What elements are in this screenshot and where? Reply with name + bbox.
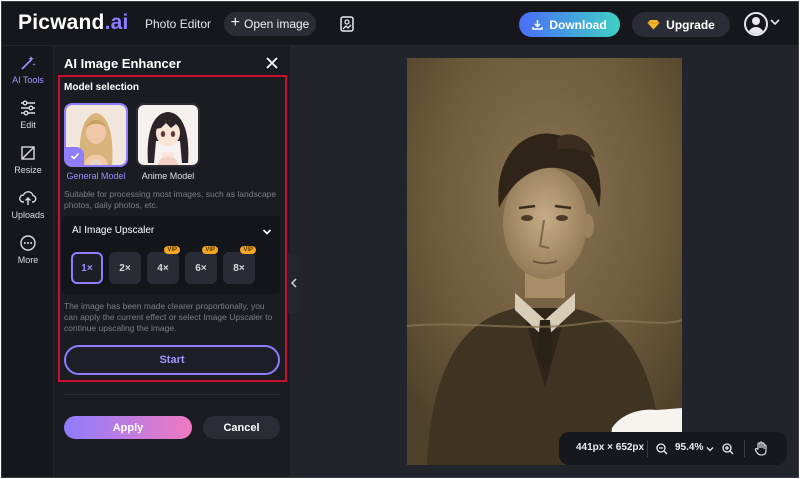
zoom-out-icon[interactable] [656, 443, 668, 455]
selected-check-icon [66, 147, 84, 165]
apply-button[interactable]: Apply [64, 416, 192, 439]
open-image-label: Open image [243, 17, 310, 31]
close-icon[interactable] [265, 56, 279, 70]
upload-icon [19, 191, 37, 205]
vip-badge: VIP [164, 246, 180, 254]
upgrade-label: Upgrade [666, 17, 715, 32]
divider [64, 394, 280, 395]
upscaler-section: AI Image Upscaler 1× 2× 4× VIP 6× VIP 8×… [62, 216, 280, 294]
scale-1x-button[interactable]: 1× [71, 252, 103, 284]
anime-model-thumbnail [138, 105, 198, 165]
open-image-button[interactable]: + Open image [224, 12, 316, 36]
save-image-icon[interactable] [340, 16, 354, 32]
picwand-logo[interactable]: Picwand.ai [18, 11, 129, 35]
scale-4x-button[interactable]: 4× VIP [147, 246, 180, 284]
user-avatar[interactable] [744, 12, 768, 36]
start-button[interactable]: Start [64, 345, 280, 375]
scale-8x-label: 8× [233, 262, 245, 274]
rail-label-edit: Edit [20, 120, 36, 130]
top-bar: Picwand.ai Photo Editor + Open image Dow… [2, 2, 798, 46]
upscale-note: The image has been made clearer proporti… [64, 301, 273, 333]
plus-icon: + [230, 14, 240, 31]
rail-label-resize: Resize [14, 165, 42, 175]
zoom-level[interactable]: 95.4% [675, 442, 703, 453]
vip-badge: VIP [202, 246, 218, 254]
cancel-button[interactable]: Cancel [203, 416, 280, 439]
upscaler-title[interactable]: AI Image Upscaler [72, 225, 154, 236]
scale-6x-label: 6× [195, 262, 207, 274]
sliders-icon [21, 100, 35, 116]
rail-item-uploads[interactable]: Uploads [2, 189, 54, 229]
model-description: Suitable for processing most images, suc… [64, 189, 277, 210]
download-label: Download [549, 17, 607, 32]
model-selection-label: Model selection [64, 82, 140, 93]
rail-item-resize[interactable]: Resize [2, 144, 54, 184]
vintage-portrait-photo [407, 58, 682, 465]
rail-item-more[interactable]: More [2, 234, 54, 274]
scale-8x-button[interactable]: 8× VIP [223, 246, 256, 284]
rail-label-uploads: Uploads [11, 210, 45, 220]
anime-model-card[interactable] [136, 103, 200, 167]
enhancer-panel: AI Image Enhancer Model selection Genera… [54, 46, 290, 477]
scale-2x-label: 2× [119, 262, 131, 274]
resize-icon [21, 146, 35, 160]
scale-4x-label: 4× [157, 262, 169, 274]
upgrade-button[interactable]: Upgrade [632, 12, 730, 37]
ai-tools-icon [21, 56, 36, 70]
general-model-card[interactable] [64, 103, 128, 167]
panel-title: AI Image Enhancer [64, 56, 182, 71]
hand-pan-icon[interactable] [754, 441, 768, 456]
scale-1x-label: 1× [81, 262, 93, 274]
chevron-down-icon[interactable] [706, 445, 714, 453]
general-model-label: General Model [66, 171, 126, 181]
zoom-bar: 441px × 652px 95.4% [559, 432, 787, 465]
rail-label-ai-tools: AI Tools [12, 75, 44, 85]
rail-item-ai-tools[interactable]: AI Tools [2, 54, 54, 94]
collapse-panel-handle[interactable] [288, 253, 299, 313]
download-icon [532, 20, 544, 30]
zoom-in-icon[interactable] [722, 443, 734, 455]
scale-6x-button[interactable]: 6× VIP [185, 246, 218, 284]
anime-model-label: Anime Model [141, 171, 195, 181]
download-button[interactable]: Download [519, 12, 620, 37]
rail-item-edit[interactable]: Edit [2, 99, 54, 139]
chevron-down-icon[interactable] [770, 17, 780, 27]
more-icon [20, 235, 36, 251]
chevron-down-icon[interactable] [262, 227, 272, 237]
vip-badge: VIP [240, 246, 256, 254]
photo-editor-link[interactable]: Photo Editor [145, 17, 211, 31]
tool-rail: AI Tools Edit Resize Uploads More [2, 46, 54, 477]
scale-2x-button[interactable]: 2× [109, 252, 141, 284]
diamond-icon [647, 20, 660, 30]
app-window: Picwand.ai Photo Editor + Open image Dow… [1, 1, 799, 478]
chevron-left-icon [290, 278, 297, 288]
rail-label-more: More [17, 255, 39, 265]
image-dimensions: 441px × 652px [576, 442, 645, 453]
